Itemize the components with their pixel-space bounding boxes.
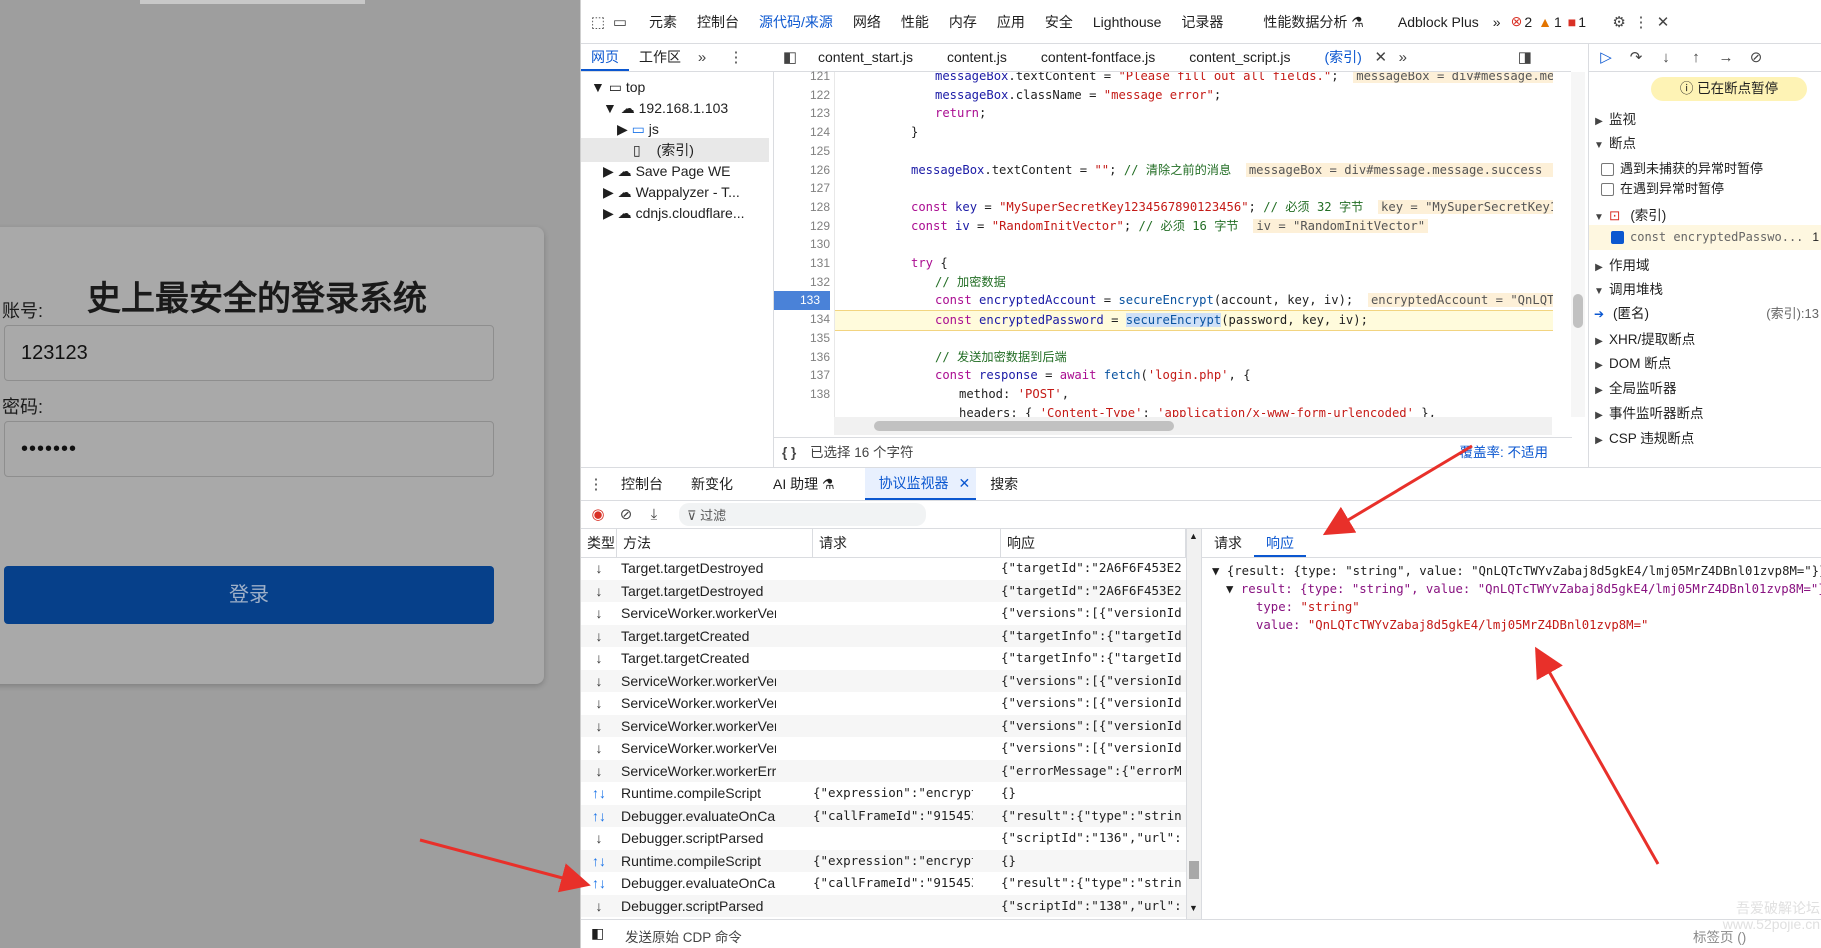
arrow-to-row [419, 838, 591, 893]
arrow-to-response-tab [1322, 444, 1473, 536]
annotation-arrows [419, 444, 1660, 893]
arrow-to-value [1535, 646, 1660, 865]
